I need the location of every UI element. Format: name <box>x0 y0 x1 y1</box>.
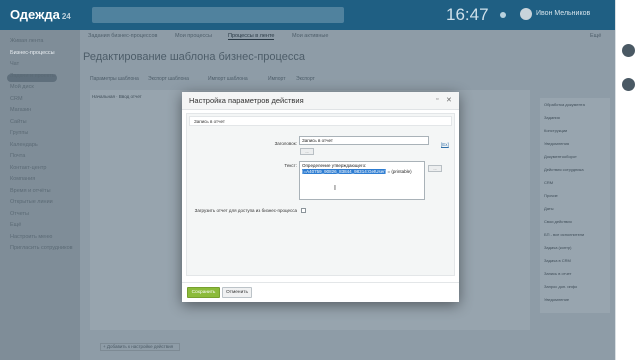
action-group-item[interactable]: Даты <box>544 206 554 211</box>
sidebar-item[interactable]: Контакт-центр <box>10 165 46 171</box>
text-label: Текст: <box>284 163 297 168</box>
canvas-label: Начальная · Ввод отчет <box>92 94 142 99</box>
action-group-item[interactable]: Уведомления <box>544 141 569 146</box>
sidebar-item[interactable]: Пригласить сотрудников <box>10 245 73 251</box>
title-link[interactable]: [Ex] <box>441 142 449 147</box>
action-group-item[interactable]: Уведомление <box>544 297 569 302</box>
page-title: Редактирование шаблона бизнес-процесса <box>83 51 305 63</box>
sidebar-item[interactable]: Магазин <box>10 107 31 113</box>
sidebar-item[interactable]: Задачи и проекты <box>10 73 56 79</box>
sidebar-item[interactable]: Календарь <box>10 142 38 148</box>
action-group-item[interactable]: Задача (контр) <box>544 245 571 250</box>
toolbar-export[interactable]: Экспорт <box>296 76 315 82</box>
section-header: Запись в отчет <box>189 116 452 126</box>
app-logo[interactable]: Одежда 24 <box>10 7 71 22</box>
action-group-item[interactable]: Документооборот <box>544 154 577 159</box>
maximize-icon[interactable]: ▫ <box>436 96 438 103</box>
action-group-item[interactable]: Запись в отчет <box>544 271 571 276</box>
actions-panel: Обработка документа Задания Конструкции Уве… <box>540 98 610 313</box>
dialog-title: Настройка параметров действия <box>189 96 304 105</box>
top-bar: Одежда 24 16:47 Ивон Мельников <box>0 0 615 30</box>
sidebar-item[interactable]: Почта <box>10 153 25 159</box>
toolbar: Параметры шаблона Экспорт шаблона Импорт… <box>90 76 640 86</box>
sidebar-item[interactable]: Настроить меню <box>10 234 52 240</box>
action-group-item[interactable]: CRM <box>544 180 553 185</box>
title-label: Заголовок: <box>274 141 297 146</box>
sidebar-item[interactable]: Компания <box>10 176 35 182</box>
sidebar-item[interactable]: Открытые линии <box>10 199 53 205</box>
close-icon[interactable]: ✕ <box>446 96 452 104</box>
status-dot-icon <box>500 12 506 18</box>
sidebar-item[interactable]: Бизнес-процессы <box>10 50 55 56</box>
save-button[interactable]: Сохранить <box>187 287 220 298</box>
chat-icon[interactable] <box>622 44 635 57</box>
dialog-footer: Сохранить Отменить <box>182 282 459 302</box>
action-group-item[interactable]: Задача в CRM <box>544 258 571 263</box>
action-settings-dialog: Настройка параметров действия ▫ ✕ Запись… <box>182 92 459 302</box>
toolbar-import-template[interactable]: Импорт шаблона <box>208 76 248 82</box>
cancel-button[interactable]: Отменить <box>222 287 252 298</box>
toolbar-export-template[interactable]: Экспорт шаблона <box>148 76 189 82</box>
more-link[interactable]: Ещё <box>590 33 601 39</box>
sidebar-item[interactable]: Живая лента <box>10 38 43 44</box>
checkbox-label: Загрузить отчет для доступа из бизнес-пр… <box>194 208 297 213</box>
sidebar: Живая лента Бизнес-процессы Чат Задачи и пр… <box>0 30 80 360</box>
action-group-item[interactable]: Действия сотрудника <box>544 167 584 172</box>
clock: 16:47 <box>446 5 489 24</box>
tab-feed-processes[interactable]: Процессы в ленте <box>228 33 275 40</box>
title-input[interactable]: Запись в отчет <box>299 136 429 145</box>
search-input[interactable] <box>92 7 344 23</box>
variable-token: {=A40759_90826_83844_98314:GetUser} <box>302 169 387 174</box>
action-group-item[interactable]: Задания <box>544 115 560 120</box>
user-name[interactable]: Ивон Мельников <box>536 10 590 17</box>
action-group-item[interactable]: Свои действия <box>544 219 572 224</box>
sidebar-item[interactable]: CRM <box>10 96 23 102</box>
right-rail <box>615 0 640 360</box>
action-group-item[interactable]: Запрос доп. инфо <box>544 284 577 289</box>
sidebar-item[interactable]: Время и отчёты <box>10 188 51 194</box>
sidebar-item[interactable]: Ещё <box>10 222 21 228</box>
avatar[interactable] <box>520 8 532 20</box>
action-group-item[interactable]: Обработка документа <box>544 102 585 107</box>
tab-my-active[interactable]: Мои активные <box>292 33 328 39</box>
action-group-item[interactable]: Конструкции <box>544 128 567 133</box>
toolbar-import[interactable]: Импорт <box>268 76 285 82</box>
dialog-header: Настройка параметров действия ▫ ✕ <box>182 92 459 110</box>
title-expand-button[interactable]: ... <box>300 148 314 155</box>
action-group-item[interactable]: БП - все исполнители <box>544 232 584 237</box>
text-expand-button[interactable]: ... <box>428 165 442 172</box>
tab-my-processes[interactable]: Мои процессы <box>175 33 212 39</box>
report-access-checkbox[interactable] <box>301 208 306 213</box>
action-group-item[interactable]: Прочие <box>544 193 558 198</box>
sidebar-item[interactable]: Мой диск <box>10 84 34 90</box>
tab-tasks[interactable]: Задания бизнес-процессов <box>88 33 157 39</box>
dialog-body: Запись в отчет Заголовок: Запись в отчет… <box>186 113 455 276</box>
sidebar-item[interactable]: Группы <box>10 130 28 136</box>
section-label: Запись в отчет <box>194 119 225 124</box>
sidebar-item[interactable]: Отчеты <box>10 211 29 217</box>
sidebar-item[interactable]: Сайты <box>10 119 27 125</box>
text-textarea[interactable]: Определение утверждающего: {=A40759_9082… <box>299 161 425 200</box>
add-action-button[interactable]: + Добавить к настройке действия <box>100 343 180 351</box>
sidebar-item[interactable]: Чат <box>10 61 19 67</box>
text-cursor-icon: I <box>334 185 336 192</box>
toolbar-template-params[interactable]: Параметры шаблона <box>90 76 139 82</box>
